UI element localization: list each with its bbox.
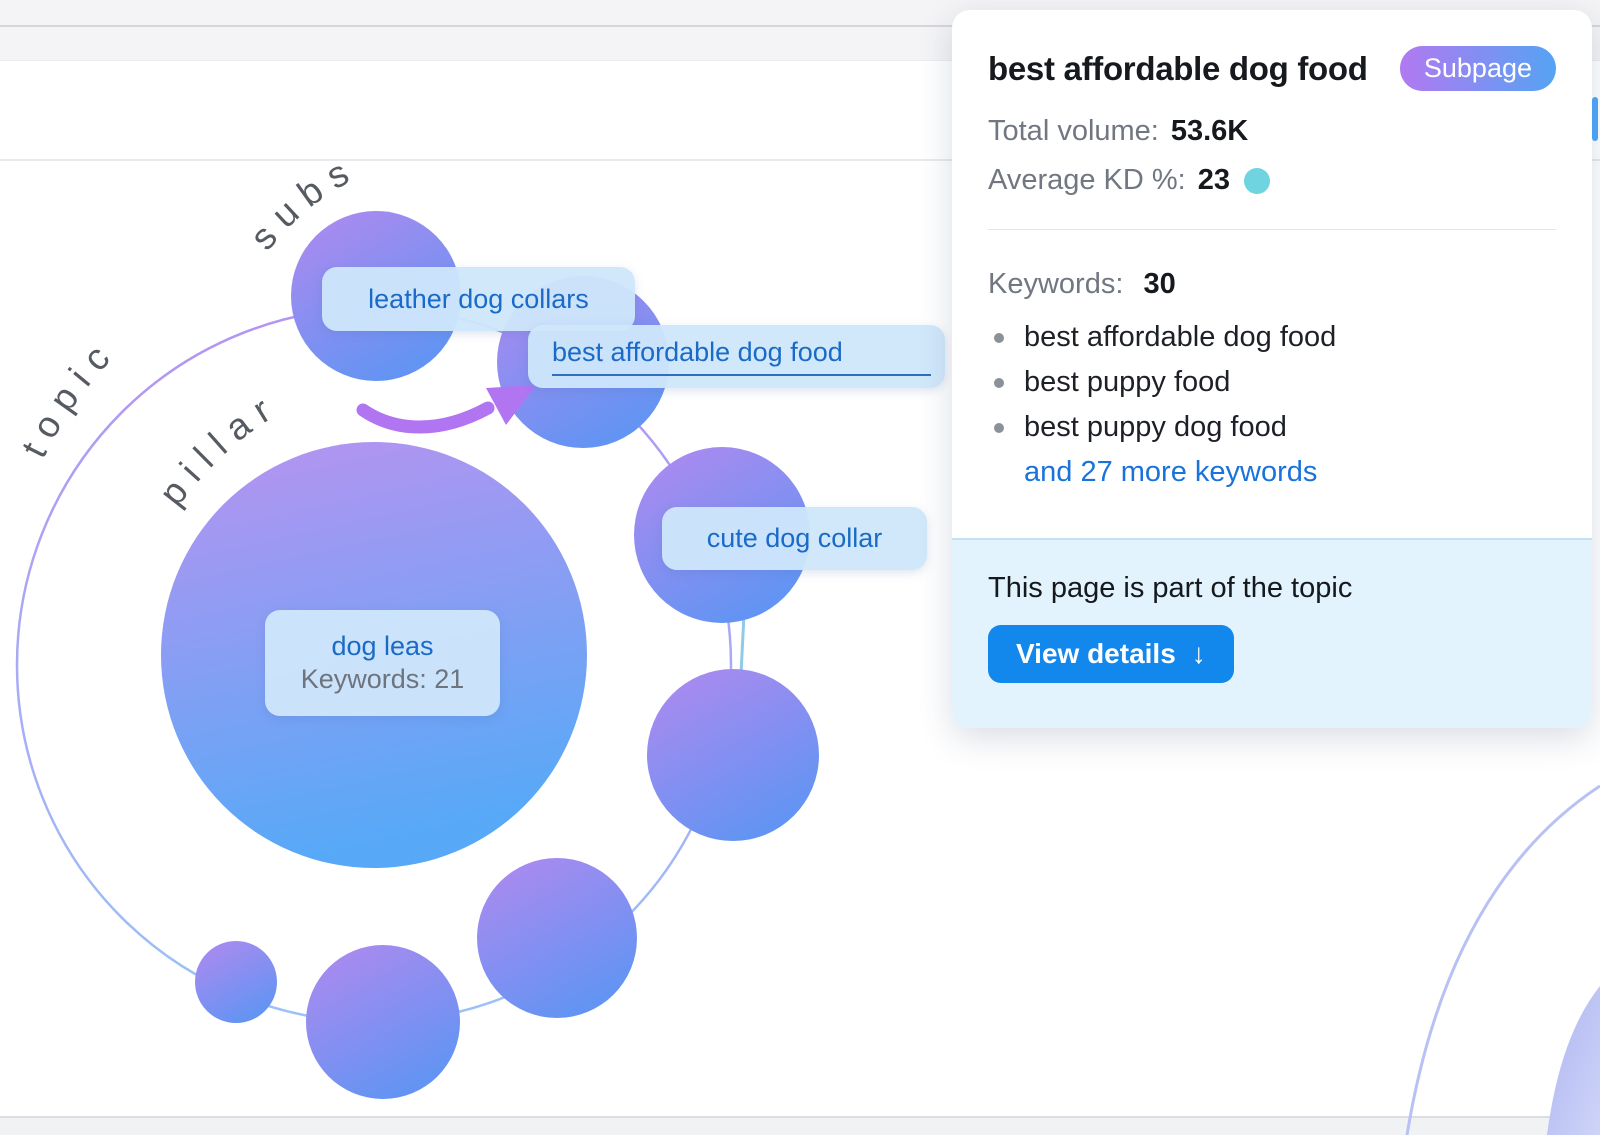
label-text: leather dog collars — [368, 284, 589, 315]
vertical-scrollbar-thumb[interactable] — [1592, 97, 1598, 141]
pillar-label-keywords-count: Keywords: 21 — [301, 664, 465, 695]
card-footer: This page is part of the topic View deta… — [952, 538, 1592, 728]
footer-text: This page is part of the topic — [988, 572, 1556, 605]
keywords-count: 30 — [1143, 268, 1175, 300]
arrow-down-icon: ↓ — [1192, 638, 1206, 670]
bubble-subpage-2[interactable] — [477, 858, 637, 1018]
average-kd-row: Average KD %: 23 — [988, 164, 1556, 197]
view-details-button[interactable]: View details ↓ — [988, 625, 1234, 683]
ring-label-topic: topic — [13, 329, 125, 464]
keywords-list: best affordable dog food best puppy food… — [988, 315, 1556, 450]
label-pillar-dog-leas[interactable]: dog leas Keywords: 21 — [265, 610, 500, 716]
bubble-connector — [741, 614, 744, 674]
subpage-detail-card: best affordable dog food Subpage Total v… — [952, 10, 1592, 728]
card-divider — [988, 229, 1556, 230]
pillar-label-title: dog leas — [331, 631, 433, 662]
average-kd-value: 23 — [1198, 164, 1230, 197]
keyword-item: best puppy food — [988, 360, 1556, 405]
pointer-arrow — [363, 408, 488, 427]
label-link-text[interactable]: best affordable dog food — [552, 337, 931, 376]
svg-text:topic: topic — [13, 329, 125, 464]
view-details-label: View details — [1016, 638, 1176, 670]
more-keywords-link[interactable]: and 27 more keywords — [1024, 450, 1317, 495]
bubble-subpage-1[interactable] — [647, 669, 819, 841]
subpage-badge: Subpage — [1400, 46, 1556, 91]
card-title: best affordable dog food — [988, 50, 1368, 88]
total-volume-row: Total volume: 53.6K — [988, 115, 1556, 148]
keyword-item: best puppy dog food — [988, 405, 1556, 450]
keywords-header: Keywords: 30 — [988, 268, 1556, 301]
total-volume-value: 53.6K — [1171, 115, 1248, 148]
bubble-subpage-3[interactable] — [306, 945, 460, 1099]
label-leather-dog-collars[interactable]: leather dog collars — [322, 267, 635, 331]
keywords-label: Keywords: — [988, 268, 1123, 300]
keyword-item: best affordable dog food — [988, 315, 1556, 360]
label-text: cute dog collar — [707, 523, 883, 554]
bubble-subpage-4[interactable] — [195, 941, 277, 1023]
label-cute-dog-collar[interactable]: cute dog collar — [662, 507, 927, 570]
average-kd-label: Average KD %: — [988, 164, 1186, 197]
kd-difficulty-dot-icon — [1244, 168, 1270, 194]
label-best-affordable-dog-food[interactable]: best affordable dog food — [528, 325, 945, 388]
topic-map-screen: subs topic pillar leather dog collars be… — [0, 0, 1600, 1135]
total-volume-label: Total volume: — [988, 115, 1159, 148]
neighbor-topic-bubble[interactable] — [1547, 986, 1600, 1135]
